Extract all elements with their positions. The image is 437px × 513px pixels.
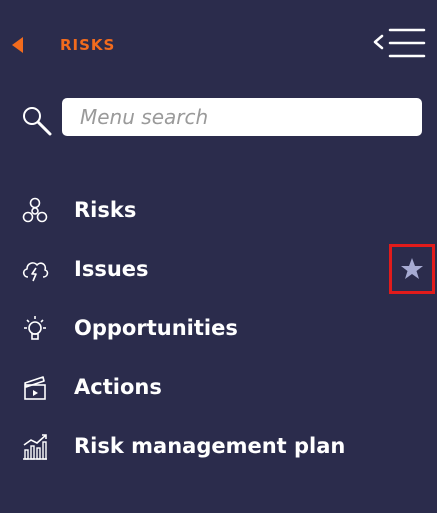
risk-icon <box>22 197 48 223</box>
back-arrow-icon <box>12 37 23 53</box>
search-icon <box>23 107 52 136</box>
menu-item-opportunities[interactable]: Opportunities <box>0 300 437 356</box>
collapse-menu-button[interactable] <box>366 24 428 68</box>
menu-item-label: Issues <box>74 257 149 281</box>
clapperboard-icon <box>24 376 46 400</box>
menu-search-row <box>0 96 437 142</box>
menu-item-risk-management-plan[interactable]: Risk management plan <box>0 418 437 474</box>
issue-icon <box>22 262 49 282</box>
back-button[interactable]: RISKS <box>12 36 142 56</box>
star-icon <box>401 258 423 279</box>
sidebar-panel: RISKS Risks <box>0 0 437 513</box>
lightbulb-icon <box>24 316 46 340</box>
chart-plan-icon <box>23 434 47 460</box>
menu-item-actions[interactable]: Actions <box>0 359 437 415</box>
menu-item-risks[interactable]: Risks <box>0 182 437 238</box>
menu-item-label: Risks <box>74 198 137 222</box>
sidebar-header: RISKS <box>0 0 437 92</box>
section-title: RISKS <box>60 36 116 54</box>
menu-item-issues[interactable]: Issues <box>0 241 437 297</box>
menu-item-label: Opportunities <box>74 316 238 340</box>
collapse-menu-icon <box>373 28 426 58</box>
menu-item-label: Actions <box>74 375 162 399</box>
menu-search-input[interactable] <box>62 98 422 136</box>
favorite-star-button[interactable] <box>389 244 435 294</box>
menu-item-label: Risk management plan <box>74 434 346 458</box>
